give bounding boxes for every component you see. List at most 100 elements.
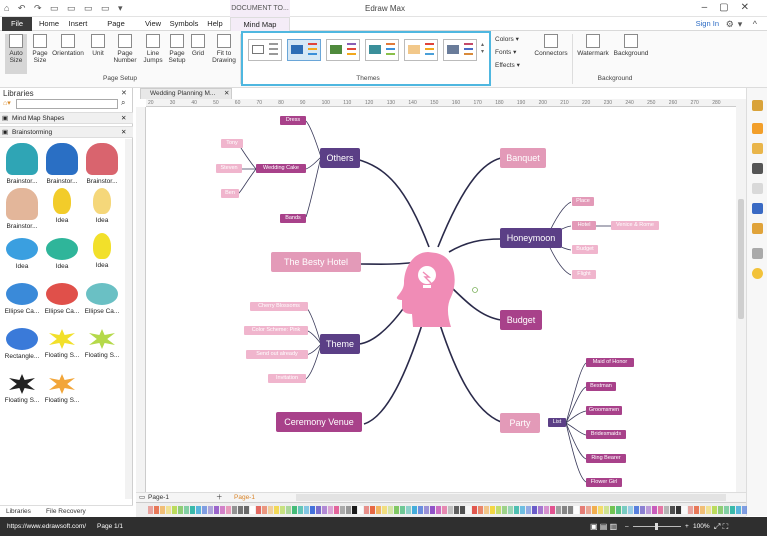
color-swatch[interactable] <box>454 506 459 514</box>
color-swatch[interactable] <box>220 506 225 514</box>
library-shape[interactable]: Floating S... <box>42 323 82 359</box>
view-mode-icons[interactable]: ▣ ▤ ▥ <box>590 517 617 536</box>
color-swatch[interactable] <box>700 506 705 514</box>
color-swatch[interactable] <box>178 506 183 514</box>
node-cherry-blossoms[interactable]: Cherry Blossoms <box>250 302 308 311</box>
fit-page-icon[interactable]: ⤢ ⛶ <box>714 517 728 536</box>
color-swatch[interactable] <box>382 506 387 514</box>
node-dress[interactable]: Dress <box>280 116 306 125</box>
library-shape[interactable]: Rectangle... <box>2 323 42 360</box>
library-shape[interactable]: Ellipse Ca... <box>42 278 82 315</box>
color-swatch[interactable] <box>286 506 291 514</box>
color-swatch[interactable] <box>364 506 369 514</box>
document-tools-tab[interactable]: DOCUMENT TO... <box>230 0 290 17</box>
theme-thumbnail[interactable] <box>404 39 438 61</box>
menu-mind-map[interactable]: Mind Map <box>230 17 290 31</box>
page-tab[interactable]: Page-1 <box>148 493 169 502</box>
document-tab[interactable]: Wedding Planning M... ✕ <box>140 88 232 99</box>
color-swatch[interactable] <box>556 506 561 514</box>
library-shape[interactable]: Idea <box>82 188 122 224</box>
color-swatch[interactable] <box>406 506 411 514</box>
sign-in-link[interactable]: Sign In <box>696 17 719 31</box>
page-number-button[interactable]: Page Number <box>110 34 140 64</box>
orientation-button[interactable]: Orientation <box>52 34 84 57</box>
branch-theme[interactable]: Theme <box>320 334 360 354</box>
menu-symbols[interactable]: Symbols <box>168 17 200 31</box>
scrollbar-thumb[interactable] <box>738 199 744 319</box>
color-swatch[interactable] <box>352 506 357 514</box>
fill-icon[interactable] <box>752 123 763 134</box>
horizontal-scrollbar[interactable] <box>296 494 726 501</box>
color-swatch[interactable] <box>226 506 231 514</box>
menu-page-layout[interactable]: Page Layout <box>95 17 137 42</box>
zoom-in-icon[interactable]: + <box>685 517 689 536</box>
auto-size-button[interactable]: Auto Size <box>5 34 27 74</box>
color-swatch[interactable] <box>442 506 447 514</box>
grid-button[interactable]: Grid <box>189 34 207 57</box>
color-swatch[interactable] <box>172 506 177 514</box>
category-close-icon[interactable]: ✕ <box>121 113 126 124</box>
color-swatch[interactable] <box>238 506 243 514</box>
branch-others[interactable]: Others <box>320 148 360 168</box>
color-swatch[interactable] <box>640 506 645 514</box>
window-controls[interactable]: –▢✕ <box>702 2 761 13</box>
library-shape[interactable]: Idea <box>2 233 42 270</box>
node-list[interactable]: List <box>548 418 566 427</box>
color-swatch[interactable] <box>244 506 249 514</box>
library-shape[interactable]: Idea <box>42 188 82 224</box>
color-swatch[interactable] <box>736 506 741 514</box>
node-maid-of-honor[interactable]: Maid of Honor <box>586 358 634 367</box>
library-shape[interactable]: Idea <box>82 233 122 269</box>
library-shape[interactable]: Floating S... <box>42 368 82 404</box>
menu-insert[interactable]: Insert <box>66 17 90 31</box>
menu-view[interactable]: View <box>143 17 163 31</box>
theme-thumbnail[interactable] <box>365 39 399 61</box>
color-swatch[interactable] <box>298 506 303 514</box>
color-swatch[interactable] <box>712 506 717 514</box>
color-swatch[interactable] <box>634 506 639 514</box>
theme-thumbnail-selected[interactable] <box>287 39 321 61</box>
library-home-icon[interactable]: ⌂▾ <box>3 99 11 107</box>
quick-access-toolbar[interactable]: ⌂ ↶ ↷ ▭ ▭ ▭ ▭ ▾ <box>4 3 126 14</box>
library-shape[interactable]: Brainstor... <box>2 143 42 185</box>
color-swatch[interactable] <box>526 506 531 514</box>
color-swatch[interactable] <box>376 506 381 514</box>
color-swatch[interactable] <box>208 506 213 514</box>
color-swatch[interactable] <box>730 506 735 514</box>
tab-close-icon[interactable]: ✕ <box>224 89 229 99</box>
color-swatch[interactable] <box>676 506 681 514</box>
color-swatch[interactable] <box>154 506 159 514</box>
color-swatch[interactable] <box>520 506 525 514</box>
color-swatch[interactable] <box>328 506 333 514</box>
node-bridesmaids[interactable]: Bridesmaids <box>586 430 626 439</box>
node-place[interactable]: Place <box>572 197 594 206</box>
theme-thumbnail[interactable] <box>326 39 360 61</box>
color-swatch[interactable] <box>472 506 477 514</box>
node-budget-child[interactable]: Budget <box>572 245 598 254</box>
color-swatch[interactable] <box>616 506 621 514</box>
comment-icon[interactable] <box>752 223 763 234</box>
branch-party[interactable]: Party <box>500 413 540 433</box>
branch-ceremony-venue[interactable]: Ceremony Venue <box>276 412 362 432</box>
node-hotel[interactable]: Hotel <box>572 221 596 230</box>
node-send-out[interactable]: Send out already <box>246 350 308 359</box>
connectors-button[interactable]: Connectors <box>533 34 569 57</box>
library-category-brainstorming[interactable]: Brainstorming ▣ ✕ <box>0 126 133 138</box>
library-shape[interactable]: Idea <box>42 233 82 270</box>
color-swatch[interactable] <box>232 506 237 514</box>
color-swatch[interactable] <box>250 506 255 514</box>
color-swatch[interactable] <box>532 506 537 514</box>
library-shape[interactable]: Brainstor... <box>42 143 82 185</box>
color-swatch[interactable] <box>448 506 453 514</box>
library-shape[interactable]: Brainstor... <box>82 143 122 185</box>
color-swatch[interactable] <box>514 506 519 514</box>
library-shape[interactable]: Ellipse Ca... <box>82 278 122 315</box>
page-tab-active[interactable]: Page-1 <box>234 493 255 502</box>
line-jumps-button[interactable]: Line Jumps <box>141 34 165 64</box>
effects-button[interactable]: Effects ▾ <box>495 62 540 69</box>
page-size-button[interactable]: Page Size <box>29 34 51 64</box>
color-swatch[interactable] <box>550 506 555 514</box>
line-icon[interactable] <box>752 143 763 154</box>
color-swatch[interactable] <box>598 506 603 514</box>
category-close-icon[interactable]: ✕ <box>121 127 126 138</box>
